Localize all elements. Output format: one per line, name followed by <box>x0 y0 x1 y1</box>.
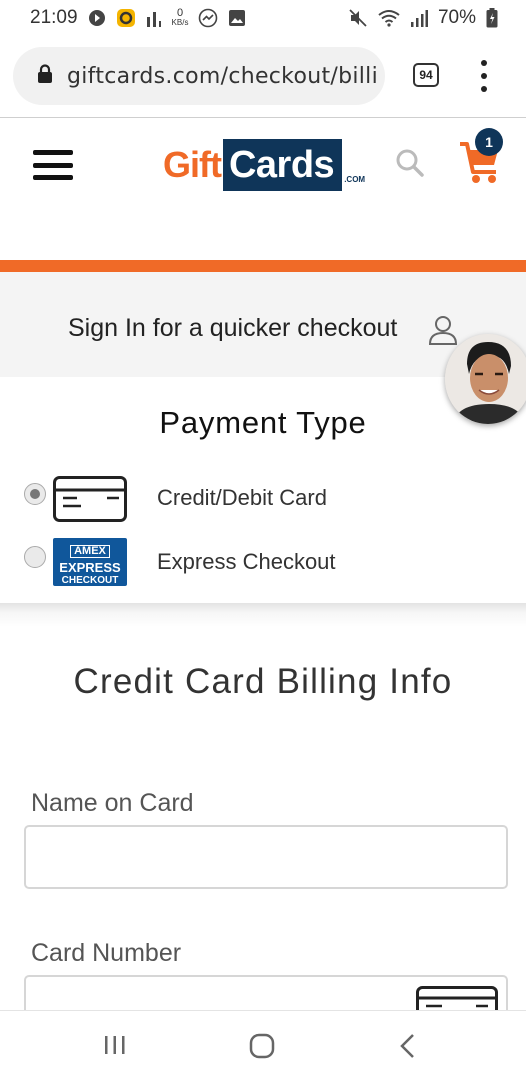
section-divider <box>0 603 526 627</box>
card-number-label: Card Number <box>31 939 182 967</box>
back-icon[interactable] <box>398 1033 418 1064</box>
billing-info-title: Credit Card Billing Info <box>73 662 453 701</box>
recent-apps-icon[interactable] <box>103 1033 127 1062</box>
cell-signal-icon <box>410 9 428 27</box>
wifi-icon <box>378 9 400 27</box>
home-icon[interactable] <box>249 1033 275 1064</box>
amex-express-checkout-icon: AMEX EXPRESS CHECKOUT <box>53 538 127 586</box>
net-speed-value: 0 <box>176 7 184 19</box>
address-bar[interactable]: giftcards.com/checkout/billi <box>13 47 385 105</box>
cart-count-badge: 1 <box>475 128 503 156</box>
amex-badge-mid: EXPRESS <box>59 560 121 575</box>
header-accent-rule <box>0 260 526 272</box>
credit-card-radio[interactable] <box>24 483 46 505</box>
credit-card-icon <box>53 476 127 527</box>
battery-icon <box>486 8 498 28</box>
payment-option-express-checkout[interactable]: AMEX EXPRESS CHECKOUT Express Checkout <box>0 536 526 590</box>
payment-type-title: Payment Type <box>159 405 367 440</box>
mute-icon <box>348 8 368 28</box>
logo-gift-text: Gift <box>163 144 222 185</box>
menu-dot-icon <box>481 60 487 66</box>
gallery-icon <box>228 9 246 27</box>
tab-switcher-button[interactable]: 94 <box>413 63 439 87</box>
giftcards-logo[interactable]: Gift Cards .COM <box>163 136 365 194</box>
express-checkout-radio[interactable] <box>24 546 46 568</box>
search-icon[interactable] <box>395 148 425 183</box>
menu-dot-icon <box>481 73 487 79</box>
signin-link[interactable]: Sign In for a quicker checkout <box>68 314 397 343</box>
logo-cards-text: Cards <box>222 139 343 191</box>
messenger-icon <box>198 8 218 28</box>
express-checkout-label[interactable]: Express Checkout <box>157 549 336 575</box>
net-speed-indicator: 0 KB/s <box>171 7 189 28</box>
browser-toolbar: giftcards.com/checkout/billi 94 <box>0 36 526 118</box>
url-text[interactable]: giftcards.com/checkout/billi <box>67 64 378 89</box>
amex-badge-bot: CHECKOUT <box>61 575 119 586</box>
hamburger-menu-icon[interactable] <box>33 150 73 180</box>
credit-card-label[interactable]: Credit/Debit Card <box>157 485 327 511</box>
media-icon <box>88 9 106 27</box>
payment-option-credit-card[interactable]: Credit/Debit Card <box>0 470 526 524</box>
battery-percent: 70% <box>437 7 476 28</box>
status-bar: 21:09 0 KB/s 70% <box>0 0 526 36</box>
android-nav-bar <box>0 1010 526 1081</box>
status-left: 21:09 0 KB/s <box>30 7 246 29</box>
name-on-card-input[interactable] <box>24 825 508 889</box>
logo-com-text: .COM <box>344 175 366 184</box>
site-header: Gift Cards .COM 1 <box>0 118 526 260</box>
cart-button[interactable]: 1 <box>458 128 508 183</box>
status-time: 21:09 <box>30 7 78 28</box>
amex-badge-top: AMEX <box>70 545 110 558</box>
signal-bars-icon <box>146 9 162 27</box>
lock-icon <box>37 63 53 89</box>
status-right: 70% <box>348 7 498 29</box>
user-icon[interactable] <box>428 315 458 350</box>
browser-menu-button[interactable] <box>476 60 492 92</box>
menu-dot-icon <box>481 86 487 92</box>
net-speed-unit: KB/s <box>171 18 189 27</box>
app-notification-icon <box>116 8 136 28</box>
name-on-card-label: Name on Card <box>31 789 194 817</box>
